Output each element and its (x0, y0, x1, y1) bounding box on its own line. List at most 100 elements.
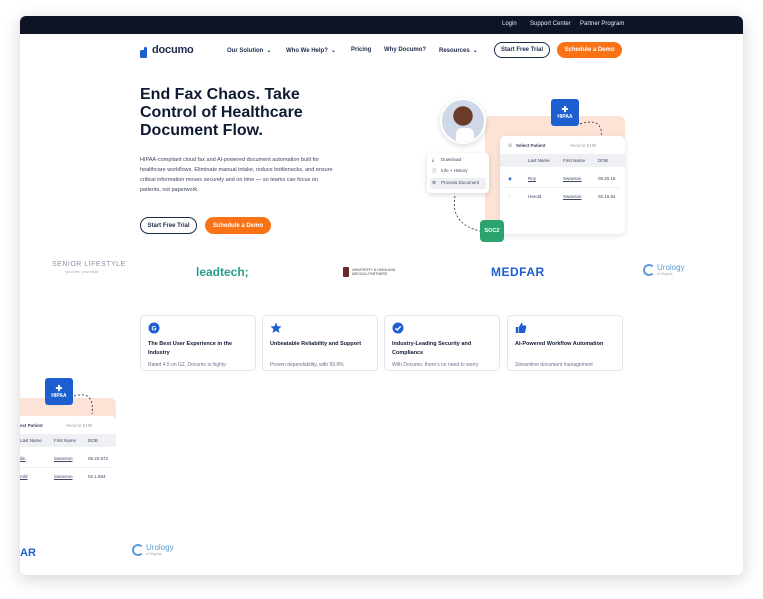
table-row-dob: 09.20.16 (598, 176, 616, 181)
feature-cards: G The Best User Experience in the Indust… (140, 315, 623, 371)
radio-selected-icon[interactable]: ◉ (508, 176, 512, 182)
senior-lifestyle-logo: SENIOR LIFESTYLE your life, your style (52, 261, 126, 274)
feature-title: Unbeatable Reliability and Support (270, 341, 362, 347)
chevron-down-icon: ⌄ (330, 48, 336, 54)
repeat-illustration: ✚ HIPAA ect Patient Send to EHR Last Nam… (20, 378, 120, 518)
column-last-name: Last Name (528, 158, 550, 163)
documo-logo-text: documo (152, 44, 194, 56)
menu-info-history: Info + History (441, 168, 468, 173)
hipaa-badge: ✚ HIPAA (551, 99, 579, 126)
table-step: Send to EHR (66, 423, 93, 428)
hero-description: HIPAA-compliant cloud fax and AI-powered… (140, 157, 333, 193)
documo-logo[interactable]: documo (140, 43, 194, 58)
feature-body: Proven dependability, with 99.9% (270, 362, 344, 368)
patient-table-card: ① Select Patient Send to EHR Last Name F… (500, 136, 625, 234)
feature-card-security[interactable]: Industry-Leading Security and Compliance… (384, 315, 500, 371)
table-row-last: Harold (528, 194, 542, 199)
feature-title: AI-Powered Workflow Automation (515, 341, 604, 347)
nav-who-we-help[interactable]: Who We Help? ⌄ (286, 47, 336, 54)
menu-process-document: Process Document (441, 180, 480, 185)
utility-bar: Login Support Center Partner Program (20, 16, 743, 34)
nav-why-documo[interactable]: Why Documo? (384, 47, 426, 53)
partner-program-link[interactable]: Partner Program (580, 21, 624, 27)
patient-table-card: ect Patient Send to EHR Last Name First … (20, 416, 116, 500)
download-icon: ⤓ (432, 157, 434, 162)
nav-start-free-trial-button[interactable]: Start Free Trial (494, 42, 550, 58)
urology-logo-tagline: of Virginia (146, 552, 162, 556)
svg-text:G: G (151, 325, 156, 332)
shield-check-icon (392, 322, 404, 334)
caduceus-icon: ✚ (561, 105, 569, 114)
university-logo: UNIVERSITY & HIGHLAND MEDICAL PARTNERS (343, 267, 407, 277)
nav-why-documo-label: Why Documo? (384, 47, 426, 53)
column-last-name: Last Name (20, 438, 42, 443)
feature-body: Streamline document management (515, 362, 593, 368)
table-title: ect Patient (20, 423, 43, 428)
customer-logos: SENIOR LIFESTYLE your life, your style l… (20, 261, 743, 301)
senior-lifestyle-tagline: your life, your style (65, 269, 99, 274)
university-logo-text: UNIVERSITY & HIGHLAND MEDICAL PARTNERS (352, 267, 396, 277)
shield-crest-icon (343, 267, 349, 277)
nav-resources-label: Resources (439, 48, 470, 54)
feature-body: Rated 4.5 on G2, Documo is highly- (148, 362, 228, 368)
urology-logo: Urology of Virginia (643, 263, 685, 276)
chevron-down-icon: ⌄ (472, 48, 478, 54)
senior-lifestyle-text: SENIOR LIFESTYLE (52, 261, 126, 268)
repeat-logos: AR Urology of Virginia (20, 541, 220, 561)
thumbs-up-icon (515, 322, 527, 333)
radio-empty-icon[interactable]: ○ (508, 194, 511, 199)
urology-logo-tagline: of Virginia (657, 272, 673, 276)
table-row-first: Swanson (54, 456, 73, 461)
hero-illustration: ✚ HIPAA ① Select Patient Send to EHR Las… (405, 96, 625, 246)
table-row-dob: 02.16.84 (598, 194, 616, 199)
hero-schedule-demo-button[interactable]: Schedule a Demo (205, 217, 271, 234)
table-row-first: Swanson (563, 194, 582, 199)
feature-card-reliability[interactable]: Unbeatable Reliability and Support Prove… (262, 315, 378, 371)
urology-logo: Urology of Virginia (132, 543, 174, 556)
feature-title: The Best User Experience in the Industry (148, 341, 233, 356)
browser-frame: Login Support Center Partner Program doc… (20, 16, 743, 575)
support-center-link[interactable]: Support Center (530, 21, 571, 27)
column-dob: DOB (598, 158, 608, 163)
nav-pricing[interactable]: Pricing (351, 47, 371, 53)
nav-schedule-demo-button[interactable]: Schedule a Demo (557, 42, 622, 58)
feature-title: Industry-Leading Security and Compliance (392, 341, 472, 356)
menu-download: Download (441, 157, 462, 162)
chevron-down-icon: ⌄ (266, 48, 272, 54)
column-first-name: First Name (54, 438, 77, 443)
star-icon (270, 322, 282, 333)
nav-resources[interactable]: Resources ⌄ (439, 47, 478, 54)
hero-start-free-trial-button[interactable]: Start Free Trial (140, 217, 197, 234)
urology-ring-icon (643, 263, 655, 276)
urology-ring-icon (132, 543, 144, 556)
main-nav: documo Our Solution ⌄ Who We Help? ⌄ Prici… (20, 34, 743, 66)
table-row-last: Roy (528, 176, 537, 181)
hero-title: End Fax Chaos. Take Control of Healthcar… (140, 86, 303, 139)
table-row-first: Swanson (54, 474, 73, 479)
nav-our-solution-label: Our Solution (227, 48, 264, 54)
medfar-logo-partial: AR (20, 547, 36, 559)
urology-logo-text: Urology (657, 263, 685, 272)
document-menu-card: ⤓ Download ⓘ Info + History ⚙ Process Do… (427, 153, 489, 193)
leadtech-logo: leadtech; (196, 265, 249, 279)
table-row-last: ilin (20, 456, 26, 461)
table-step: Send to EHR (570, 143, 597, 148)
info-icon: ⓘ (432, 168, 437, 173)
process-icon: ⚙ (432, 180, 437, 185)
table-row-first: Swanson (563, 176, 582, 181)
login-link[interactable]: Login (502, 21, 517, 27)
urology-logo-text: Urology (146, 543, 174, 552)
column-first-name: First Name (563, 158, 586, 163)
g2-icon: G (148, 322, 160, 334)
hipaa-badge-label: HIPAA (557, 114, 573, 120)
nav-our-solution[interactable]: Our Solution ⌄ (227, 47, 271, 54)
nav-who-we-help-label: Who We Help? (286, 48, 328, 54)
column-dob: DOB (88, 438, 98, 443)
feature-card-ai-automation[interactable]: AI-Powered Workflow Automation Streamlin… (507, 315, 623, 371)
table-row-last: rold (20, 474, 28, 479)
medfar-logo: MEDFAR (491, 265, 545, 279)
table-row-dob: 05.20.872 (88, 456, 109, 461)
table-row-dob: 02.1.884 (88, 474, 106, 479)
doctor-avatar (440, 98, 486, 144)
feature-card-user-experience[interactable]: G The Best User Experience in the Indust… (140, 315, 256, 371)
